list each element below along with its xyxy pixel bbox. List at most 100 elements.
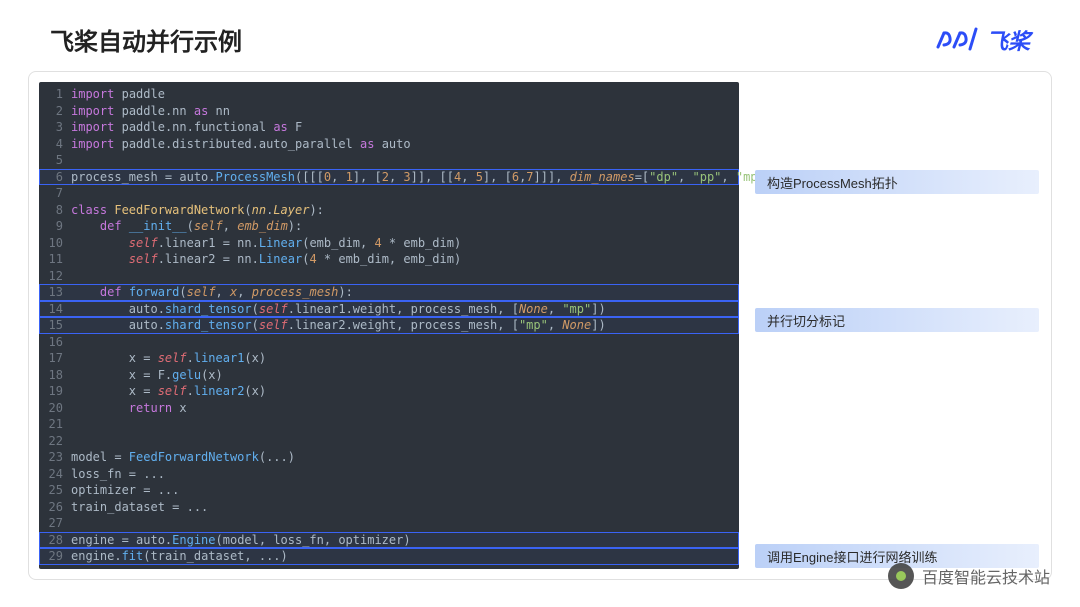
code-content — [71, 152, 739, 169]
line-number: 29 — [39, 548, 71, 565]
code-content — [71, 268, 739, 285]
line-number: 22 — [39, 433, 71, 450]
line-number: 6 — [39, 169, 71, 186]
code-content — [71, 185, 739, 202]
line-number: 4 — [39, 136, 71, 153]
line-number: 10 — [39, 235, 71, 252]
code-line: 28engine = auto.Engine(model, loss_fn, o… — [39, 532, 739, 549]
annotation-column: 构造ProcessMesh拓扑 并行切分标记 调用Engine接口进行网络训练 — [755, 82, 1041, 569]
line-number: 27 — [39, 515, 71, 532]
code-line: 4import paddle.distributed.auto_parallel… — [39, 136, 739, 153]
code-content: import paddle.nn as nn — [71, 103, 739, 120]
line-number: 11 — [39, 251, 71, 268]
code-line: 1import paddle — [39, 86, 739, 103]
code-content — [71, 334, 739, 351]
line-number: 13 — [39, 284, 71, 301]
watermark-icon — [888, 563, 914, 589]
code-content: x = F.gelu(x) — [71, 367, 739, 384]
code-content: x = self.linear1(x) — [71, 350, 739, 367]
code-line: 16 — [39, 334, 739, 351]
code-content: def __init__(self, emb_dim): — [71, 218, 739, 235]
line-number: 14 — [39, 301, 71, 318]
code-line: 25optimizer = ... — [39, 482, 739, 499]
code-line: 19 x = self.linear2(x) — [39, 383, 739, 400]
line-number: 8 — [39, 202, 71, 219]
watermark: 百度智能云技术站 — [888, 563, 1050, 589]
line-number: 2 — [39, 103, 71, 120]
line-number: 7 — [39, 185, 71, 202]
line-number: 3 — [39, 119, 71, 136]
code-line: 12 — [39, 268, 739, 285]
code-line: 20 return x — [39, 400, 739, 417]
code-line: 3import paddle.nn.functional as F — [39, 119, 739, 136]
code-line: 18 x = F.gelu(x) — [39, 367, 739, 384]
watermark-text: 百度智能云技术站 — [922, 564, 1050, 588]
content-frame: 1import paddle2import paddle.nn as nn3im… — [28, 71, 1052, 580]
code-content: process_mesh = auto.ProcessMesh([[[0, 1]… — [71, 169, 787, 186]
line-number: 18 — [39, 367, 71, 384]
code-line: 8class FeedForwardNetwork(nn.Layer): — [39, 202, 739, 219]
line-number: 23 — [39, 449, 71, 466]
line-number: 26 — [39, 499, 71, 516]
code-line: 2import paddle.nn as nn — [39, 103, 739, 120]
code-line: 11 self.linear2 = nn.Linear(4 * emb_dim,… — [39, 251, 739, 268]
code-content: optimizer = ... — [71, 482, 739, 499]
code-line: 10 self.linear1 = nn.Linear(emb_dim, 4 *… — [39, 235, 739, 252]
code-content: x = self.linear2(x) — [71, 383, 739, 400]
code-content: import paddle.nn.functional as F — [71, 119, 739, 136]
line-number: 28 — [39, 532, 71, 549]
code-line: 24loss_fn = ... — [39, 466, 739, 483]
code-content: def forward(self, x, process_mesh): — [71, 284, 739, 301]
line-number: 5 — [39, 152, 71, 169]
annotation-process-mesh: 构造ProcessMesh拓扑 — [755, 170, 1039, 194]
code-content — [71, 416, 739, 433]
code-line: 15 auto.shard_tensor(self.linear2.weight… — [39, 317, 739, 334]
paddle-logo-icon — [934, 27, 980, 53]
code-content: self.linear2 = nn.Linear(4 * emb_dim, em… — [71, 251, 739, 268]
code-content: train_dataset = ... — [71, 499, 739, 516]
code-line: 21 — [39, 416, 739, 433]
line-number: 17 — [39, 350, 71, 367]
line-number: 1 — [39, 86, 71, 103]
brand-name: 飞桨 — [986, 24, 1030, 56]
code-line: 7 — [39, 185, 739, 202]
code-content — [71, 433, 739, 450]
code-line: 23model = FeedForwardNetwork(...) — [39, 449, 739, 466]
code-line: 5 — [39, 152, 739, 169]
code-content: loss_fn = ... — [71, 466, 739, 483]
slide-header: 飞桨自动并行示例 飞桨 — [0, 0, 1080, 71]
code-line: 17 x = self.linear1(x) — [39, 350, 739, 367]
line-number: 25 — [39, 482, 71, 499]
code-content: engine.fit(train_dataset, ...) — [71, 548, 739, 565]
code-content: class FeedForwardNetwork(nn.Layer): — [71, 202, 739, 219]
code-content: return x — [71, 400, 739, 417]
code-content: auto.shard_tensor(self.linear1.weight, p… — [71, 301, 739, 318]
code-content: import paddle.distributed.auto_parallel … — [71, 136, 739, 153]
page-title: 飞桨自动并行示例 — [50, 22, 242, 57]
line-number: 9 — [39, 218, 71, 235]
code-line: 22 — [39, 433, 739, 450]
code-content: self.linear1 = nn.Linear(emb_dim, 4 * em… — [71, 235, 739, 252]
code-content: auto.shard_tensor(self.linear2.weight, p… — [71, 317, 739, 334]
line-number: 21 — [39, 416, 71, 433]
code-line: 29engine.fit(train_dataset, ...) — [39, 548, 739, 565]
line-number: 15 — [39, 317, 71, 334]
code-block: 1import paddle2import paddle.nn as nn3im… — [39, 82, 739, 569]
code-content — [71, 515, 739, 532]
line-number: 19 — [39, 383, 71, 400]
line-number: 24 — [39, 466, 71, 483]
code-line: 27 — [39, 515, 739, 532]
line-number: 12 — [39, 268, 71, 285]
annotation-shard: 并行切分标记 — [755, 308, 1039, 332]
line-number: 20 — [39, 400, 71, 417]
code-line: 13 def forward(self, x, process_mesh): — [39, 284, 739, 301]
code-content: engine = auto.Engine(model, loss_fn, opt… — [71, 532, 739, 549]
brand-logo: 飞桨 — [934, 24, 1030, 56]
code-content: model = FeedForwardNetwork(...) — [71, 449, 739, 466]
code-line: 9 def __init__(self, emb_dim): — [39, 218, 739, 235]
code-line: 14 auto.shard_tensor(self.linear1.weight… — [39, 301, 739, 318]
code-line: 26train_dataset = ... — [39, 499, 739, 516]
line-number: 16 — [39, 334, 71, 351]
code-content: import paddle — [71, 86, 739, 103]
code-line: 6process_mesh = auto.ProcessMesh([[[0, 1… — [39, 169, 739, 186]
